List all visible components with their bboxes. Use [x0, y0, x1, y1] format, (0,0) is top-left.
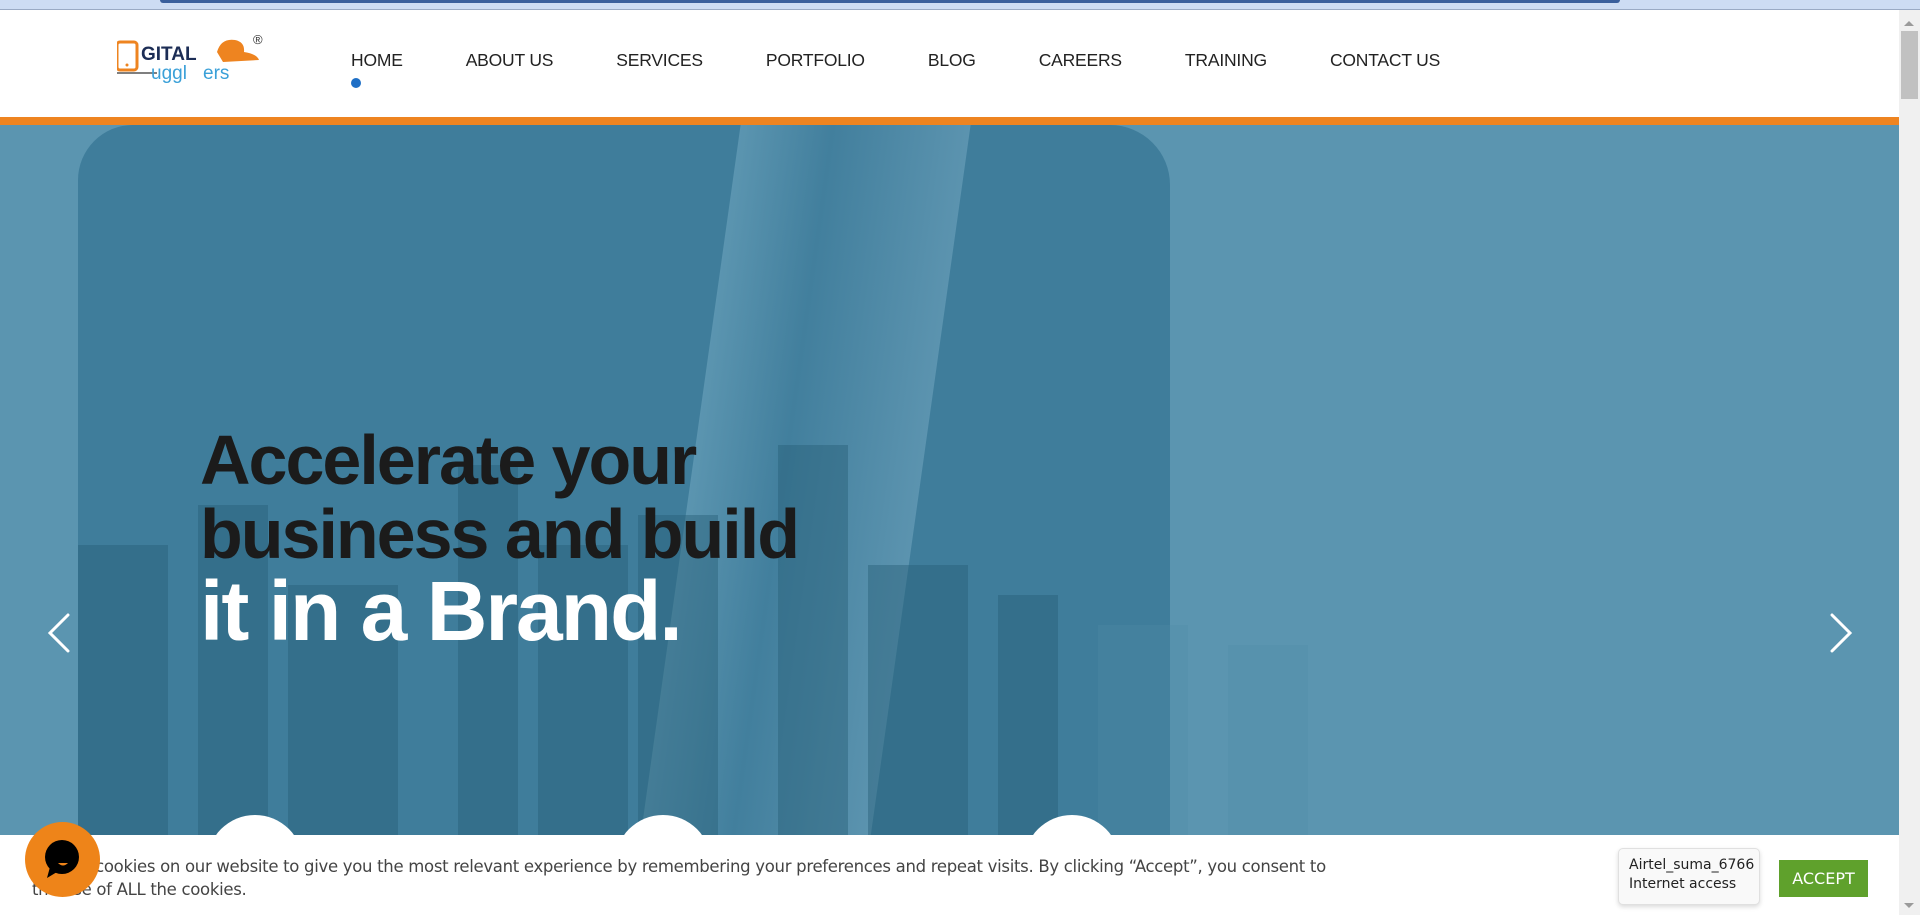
- registered-mark: ®: [253, 32, 263, 47]
- chat-bubble-icon: [45, 840, 79, 878]
- main-nav: HOME ABOUT US SERVICES PORTFOLIO BLOG CA…: [351, 50, 1503, 88]
- logo-text-ers: ers: [203, 63, 229, 84]
- hero-headline: Accelerate your business and build it in…: [200, 421, 800, 658]
- logo-text-gital: GITAL: [141, 44, 197, 65]
- nav-about-us[interactable]: ABOUT US: [466, 50, 554, 74]
- logo[interactable]: GITAL uggl ers ®: [115, 30, 277, 85]
- nav-portfolio[interactable]: PORTFOLIO: [766, 50, 865, 74]
- network-status: Internet access: [1629, 876, 1737, 892]
- scroll-down-arrow-icon[interactable]: [1904, 903, 1914, 908]
- logo-text-uggl: uggl: [151, 63, 187, 84]
- browser-tab-edge: [160, 0, 1620, 3]
- vertical-scrollbar[interactable]: [1899, 10, 1920, 915]
- nav-blog[interactable]: BLOG: [928, 50, 976, 74]
- hero-headline-line2: business and build: [200, 495, 800, 573]
- nav-training[interactable]: TRAINING: [1185, 50, 1267, 74]
- hero-headline-line1: Accelerate your: [200, 421, 697, 499]
- cookie-consent-text: We use cookies on our website to give yo…: [32, 857, 1326, 899]
- slider-next-button[interactable]: [1820, 608, 1860, 658]
- scroll-up-arrow-icon[interactable]: [1904, 21, 1914, 26]
- chevron-left-icon: [47, 613, 70, 653]
- chat-widget-button[interactable]: [25, 822, 100, 897]
- header-accent-bar: [0, 117, 1899, 125]
- browser-top-strip: [0, 0, 1920, 10]
- accept-cookies-button[interactable]: ACCEPT: [1779, 860, 1868, 897]
- network-name: Airtel_suma_6766: [1629, 857, 1755, 873]
- nav-contact-us[interactable]: CONTACT US: [1330, 50, 1440, 74]
- hero-headline-line3: it in a Brand.: [200, 564, 683, 658]
- page: GITAL uggl ers ® HOME ABOUT US SERVICES …: [0, 10, 1899, 915]
- nav-home-label: HOME: [351, 50, 403, 70]
- network-tooltip: Airtel_suma_6766 Internet access: [1618, 848, 1760, 905]
- scrollbar-thumb[interactable]: [1901, 31, 1918, 99]
- slider-prev-button[interactable]: [40, 608, 80, 658]
- site-header: GITAL uggl ers ® HOME ABOUT US SERVICES …: [0, 10, 1899, 117]
- nav-home[interactable]: HOME: [351, 50, 403, 88]
- nav-services[interactable]: SERVICES: [616, 50, 703, 74]
- nav-careers[interactable]: CAREERS: [1039, 50, 1122, 74]
- active-indicator-dot: [351, 78, 361, 88]
- cookie-consent-bar: We use cookies on our website to give yo…: [0, 835, 1899, 915]
- logo-graphic: GITAL uggl ers ®: [115, 32, 263, 84]
- chevron-right-icon: [1830, 613, 1853, 653]
- hero-slider: Accelerate your business and build it in…: [0, 125, 1899, 845]
